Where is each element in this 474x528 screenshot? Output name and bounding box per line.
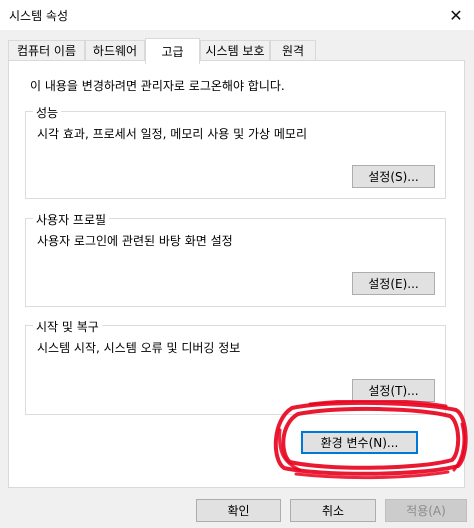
system-properties-window: 시스템 속성 ✕ 컴퓨터 이름 하드웨어 고급 시스템 보호 원격 이 내용을 … xyxy=(0,0,474,528)
cancel-button[interactable]: 취소 xyxy=(290,499,376,522)
close-icon: ✕ xyxy=(449,5,463,25)
user-profiles-settings-button[interactable]: 설정(E)... xyxy=(352,272,435,295)
tab-panel-advanced: 이 내용을 변경하려면 관리자로 로그온해야 합니다. 성능 시각 효과, 프로… xyxy=(8,60,465,488)
close-button[interactable]: ✕ xyxy=(442,0,470,30)
tab-computer-name[interactable]: 컴퓨터 이름 xyxy=(8,40,85,60)
tab-system-protection[interactable]: 시스템 보호 xyxy=(200,40,270,60)
startup-recovery-settings-button[interactable]: 설정(T)... xyxy=(352,379,435,402)
user-profiles-label: 사용자 프로필 xyxy=(33,211,110,228)
performance-label: 성능 xyxy=(33,104,62,121)
startup-recovery-group: 시작 및 복구 시스템 시작, 시스템 오류 및 디버깅 정보 설정(T)... xyxy=(25,318,446,415)
admin-notice: 이 내용을 변경하려면 관리자로 로그온해야 합니다. xyxy=(30,79,285,93)
environment-variables-button[interactable]: 환경 변수(N)... xyxy=(301,431,418,454)
ok-button[interactable]: 확인 xyxy=(196,499,281,522)
startup-recovery-label: 시작 및 복구 xyxy=(33,318,102,335)
performance-description: 시각 효과, 프로세서 일정, 메모리 사용 및 가상 메모리 xyxy=(37,127,307,141)
tab-advanced[interactable]: 고급 xyxy=(145,38,200,64)
tab-hardware[interactable]: 하드웨어 xyxy=(85,40,145,60)
user-profiles-description: 사용자 로그인에 관련된 바탕 화면 설정 xyxy=(37,234,233,248)
startup-recovery-description: 시스템 시작, 시스템 오류 및 디버깅 정보 xyxy=(37,341,241,355)
apply-button[interactable]: 적용(A) xyxy=(385,499,467,522)
tab-remote[interactable]: 원격 xyxy=(270,40,316,60)
performance-settings-button[interactable]: 설정(S)... xyxy=(352,165,435,188)
performance-group: 성능 시각 효과, 프로세서 일정, 메모리 사용 및 가상 메모리 설정(S)… xyxy=(25,104,446,199)
title-bar: 시스템 속성 ✕ xyxy=(0,0,474,30)
window-title: 시스템 속성 xyxy=(9,9,69,23)
user-profiles-group: 사용자 프로필 사용자 로그인에 관련된 바탕 화면 설정 설정(E)... xyxy=(25,211,446,307)
